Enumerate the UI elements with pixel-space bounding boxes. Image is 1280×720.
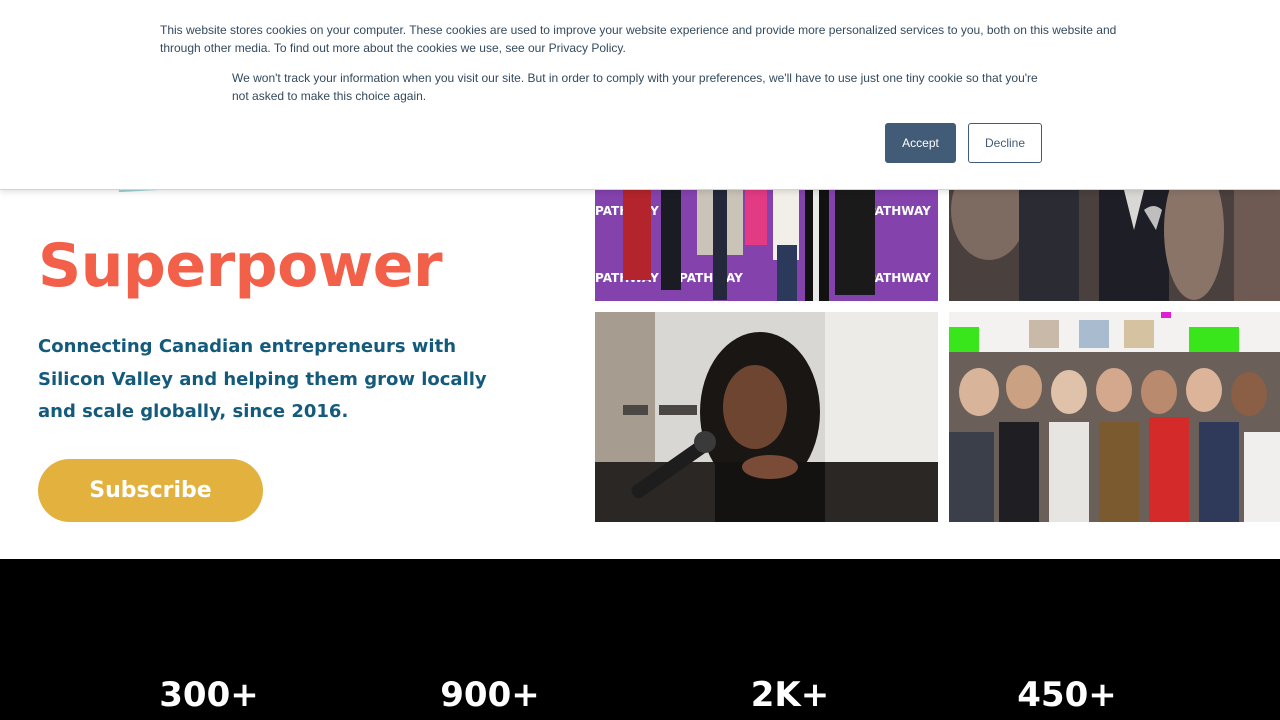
cookie-tracking-text: We won't track your information when you… [232, 71, 1038, 103]
decline-cookies-button[interactable]: Decline [968, 123, 1042, 163]
stat-value: 900+ [440, 675, 540, 715]
cookie-notice-text: This website stores cookies on your comp… [160, 23, 1117, 55]
banner-text-right-top: PATHWAY [867, 204, 931, 218]
photo-speaker-with-microphone [595, 312, 938, 522]
photo-group-celebration [949, 312, 1280, 522]
cookie-banner: This website stores cookies on your comp… [0, 0, 1280, 190]
banner-text-mid-bottom: PATHWAY [679, 271, 743, 285]
subscribe-button[interactable]: Subscribe [38, 459, 263, 522]
hero-subtitle: Connecting Canadian entrepreneurs with S… [38, 336, 487, 422]
stats-section: 300+ 900+ 2K+ 450+ [0, 559, 1280, 720]
stat-value: 2K+ [750, 675, 830, 715]
banner-text-right-bottom: PATHWAY [867, 271, 931, 285]
stat-value: 450+ [1017, 675, 1117, 715]
stat-value: 300+ [159, 675, 259, 715]
hero-title: Superpower [38, 231, 443, 301]
accept-cookies-button[interactable]: Accept [885, 123, 956, 163]
